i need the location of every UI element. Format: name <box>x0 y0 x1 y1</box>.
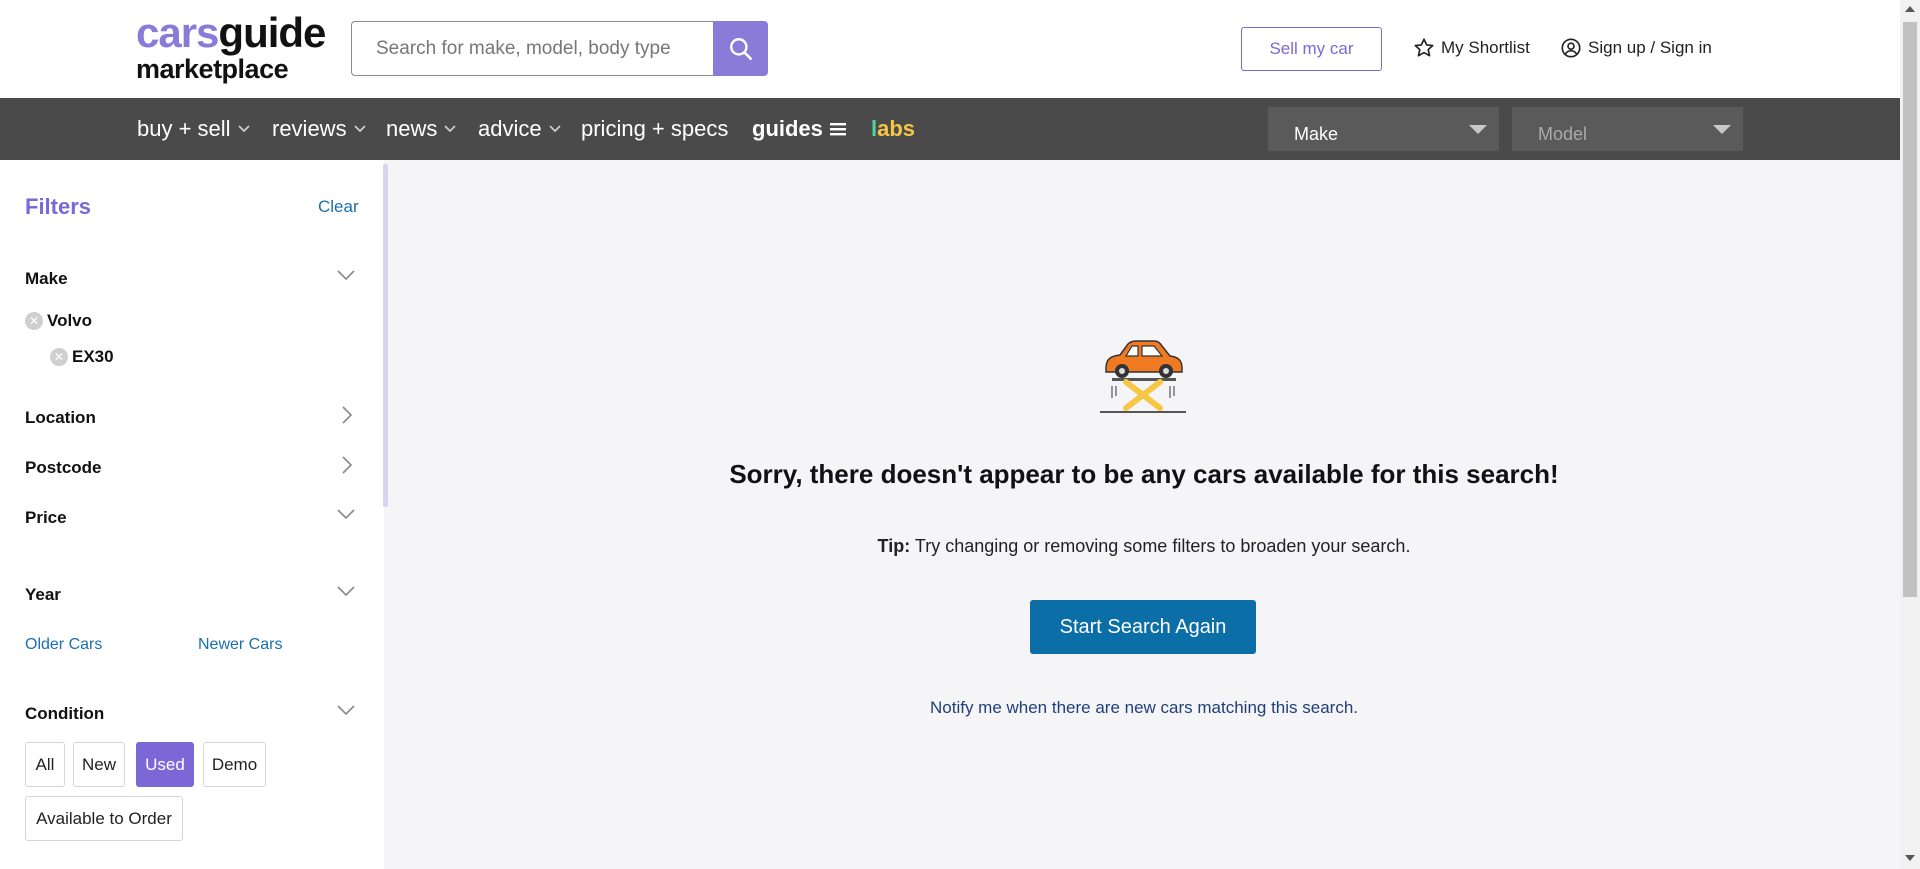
condition-demo-button[interactable]: Demo <box>203 742 266 787</box>
logo-marketplace-text: marketplace <box>136 54 289 84</box>
notify-me-link[interactable]: Notify me when there are new cars matchi… <box>388 698 1900 718</box>
sign-in-label: Sign up / Sign in <box>1588 38 1712 57</box>
search-bar <box>351 21 768 76</box>
clear-filters-link[interactable]: Clear <box>318 197 359 217</box>
start-search-again-button[interactable]: Start Search Again <box>1030 600 1256 654</box>
no-results-title: Sorry, there doesn't appear to be any ca… <box>729 459 1559 489</box>
condition-new-button[interactable]: New <box>73 742 125 787</box>
model-tag-ex30: ✕ EX30 <box>50 347 114 367</box>
tip-body: Try changing or removing some filters to… <box>910 536 1411 556</box>
my-shortlist-link[interactable]: My Shortlist <box>1413 37 1530 59</box>
filter-make-heading[interactable]: Make <box>25 269 68 289</box>
remove-icon[interactable]: ✕ <box>50 348 68 366</box>
carsguide-logo[interactable]: carsguide marketplace <box>136 9 326 84</box>
menu-icon <box>829 123 846 136</box>
car-on-lift-icon <box>1100 340 1186 413</box>
filters-title: Filters <box>25 194 92 219</box>
search-input[interactable] <box>351 21 713 76</box>
star-icon <box>1414 38 1434 57</box>
page-scrollbar[interactable] <box>1900 0 1920 869</box>
chevron-down-icon[interactable] <box>336 584 356 598</box>
nav-guides-label: guides <box>752 116 823 141</box>
chevron-down-icon <box>444 125 456 133</box>
filter-condition-heading[interactable]: Condition <box>25 704 104 724</box>
older-cars-link[interactable]: Older Cars <box>25 636 102 654</box>
sign-in-link[interactable]: Sign up / Sign in <box>1560 37 1712 59</box>
search-icon <box>729 37 752 60</box>
make-select-label: Make <box>1294 124 1339 144</box>
condition-available-to-order-button[interactable]: Available to Order <box>25 796 183 841</box>
chevron-down-icon[interactable] <box>336 703 356 717</box>
nav-advice-label: advice <box>478 116 542 141</box>
sell-my-car-button[interactable]: Sell my car <box>1241 27 1382 71</box>
nav-advice[interactable]: advice <box>478 98 562 160</box>
nav-buy-sell[interactable]: buy + sell <box>137 98 251 160</box>
labs-label-part2: abs <box>877 116 916 141</box>
make-tag-label: Volvo <box>47 311 93 330</box>
shortlist-label: My Shortlist <box>1441 38 1530 57</box>
search-button[interactable] <box>713 21 768 76</box>
chevron-down-icon <box>237 125 250 133</box>
remove-icon[interactable]: ✕ <box>25 312 43 330</box>
chevron-down-icon <box>353 125 366 133</box>
caret-down-icon <box>1469 125 1487 134</box>
nav-reviews-label: reviews <box>272 116 347 141</box>
nav-buy-sell-label: buy + sell <box>137 116 231 141</box>
chevron-down-icon <box>548 125 561 133</box>
tip-label: Tip: <box>877 536 911 556</box>
filter-price-heading[interactable]: Price <box>25 508 67 528</box>
chevron-right-icon[interactable] <box>340 405 354 425</box>
model-select[interactable]: Model <box>1512 107 1743 151</box>
nav-reviews[interactable]: reviews <box>272 98 367 160</box>
scrollbar-thumb[interactable] <box>1903 22 1917 597</box>
tip-text: Tip: Try changing or removing some filte… <box>388 536 1900 557</box>
user-icon <box>1561 38 1581 58</box>
make-tag-volvo: ✕ Volvo <box>25 311 92 331</box>
caret-down-icon <box>1713 125 1731 134</box>
condition-all-button[interactable]: All <box>25 742 65 787</box>
make-select[interactable]: Make <box>1268 107 1499 151</box>
results-area <box>388 160 1900 869</box>
newer-cars-link[interactable]: Newer Cars <box>198 636 282 654</box>
condition-used-button[interactable]: Used <box>136 742 194 787</box>
chevron-down-icon[interactable] <box>336 268 356 282</box>
model-tag-label: EX30 <box>72 347 114 366</box>
filter-postcode-heading[interactable]: Postcode <box>25 458 102 478</box>
nav-labs[interactable]: l abs <box>871 98 915 160</box>
chevron-down-icon[interactable] <box>336 507 356 521</box>
scroll-up-icon[interactable] <box>1905 6 1915 12</box>
filter-year-heading[interactable]: Year <box>25 585 61 605</box>
nav-guides[interactable]: guides <box>752 98 847 160</box>
nav-news-label: news <box>386 116 438 141</box>
nav-pricing-specs[interactable]: pricing + specs <box>581 98 728 160</box>
model-select-label: Model <box>1538 124 1588 144</box>
nav-news[interactable]: news <box>386 98 457 160</box>
logo-cars-text: cars <box>136 9 219 56</box>
site-header: carsguide marketplace Sell my car My Sho… <box>0 0 1900 98</box>
logo-guide-text: guide <box>218 9 326 56</box>
scroll-down-icon[interactable] <box>1905 855 1915 861</box>
filter-location-heading[interactable]: Location <box>25 408 96 428</box>
nav-pricing-specs-label: pricing + specs <box>581 116 729 141</box>
chevron-right-icon[interactable] <box>340 455 354 475</box>
